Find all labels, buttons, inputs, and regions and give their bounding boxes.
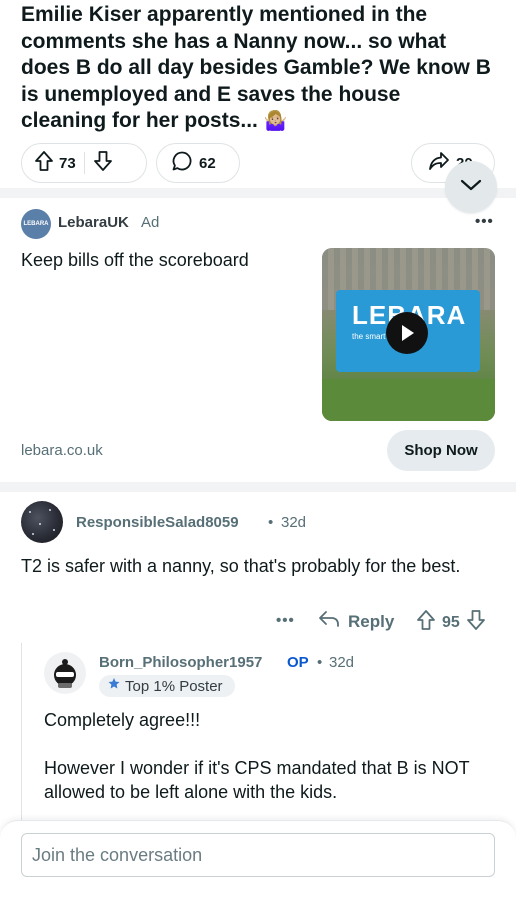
reply-icon: [318, 609, 340, 634]
upvote-icon[interactable]: [416, 609, 436, 636]
ad-domain[interactable]: lebara.co.uk: [21, 442, 103, 459]
upvote-icon[interactable]: [34, 150, 54, 177]
comments-button[interactable]: 62: [156, 143, 240, 183]
comment-count: 62: [199, 154, 216, 172]
meta-separator: •: [317, 654, 323, 671]
comment-icon: [171, 150, 193, 177]
play-icon[interactable]: [386, 312, 428, 354]
comment-timestamp: 32d: [281, 514, 307, 531]
avatar[interactable]: [21, 501, 63, 543]
comment-timestamp: 32d: [329, 654, 355, 671]
post-actions: 73 62 20: [21, 143, 495, 183]
upvote-count: 73: [59, 154, 76, 172]
meta-separator: •: [268, 514, 274, 531]
avatar-star: [32, 533, 34, 535]
avatar-star: [39, 523, 41, 525]
ad-headline[interactable]: Keep bills off the scoreboard: [21, 250, 249, 271]
reply-button[interactable]: Reply: [318, 609, 394, 634]
comment-paragraph: However I wonder if it's CPS mandated th…: [44, 758, 470, 802]
bottom-safe-area: [0, 888, 516, 900]
pitch-grass: [322, 379, 495, 421]
ad-more-options[interactable]: •••: [475, 213, 494, 230]
avatar-star: [49, 509, 51, 511]
comment-paragraph: Completely agree!!!: [44, 710, 201, 730]
comment-author[interactable]: Born_Philosopher1957: [99, 654, 262, 671]
advertiser-avatar[interactable]: LEBARA: [21, 209, 51, 239]
comment-body: T2 is safer with a nanny, so that's prob…: [21, 556, 461, 576]
collapse-button[interactable]: [445, 161, 497, 213]
downvote-icon[interactable]: [93, 150, 113, 177]
flair-icon: [107, 677, 121, 696]
comment-vote-control: 95: [416, 609, 486, 636]
shrug-emoji: 🤷🏼‍♀️: [263, 111, 288, 132]
comment-more-options[interactable]: •••: [276, 612, 295, 629]
avatar-star: [53, 529, 55, 531]
shop-now-button[interactable]: Shop Now: [387, 430, 495, 471]
vote-separator: [83, 152, 85, 174]
share-icon: [428, 151, 450, 176]
reply-label: Reply: [348, 611, 395, 631]
section-divider: [0, 188, 516, 198]
comment-author[interactable]: ResponsibleSalad8059: [76, 514, 239, 531]
avatar[interactable]: [44, 652, 86, 694]
join-conversation-input[interactable]: [21, 833, 495, 877]
user-flair: Top 1% Poster: [99, 675, 235, 697]
chevron-down-icon: [460, 178, 482, 197]
ad-video-thumbnail[interactable]: LEBARA the smart network: [322, 248, 495, 421]
op-badge: OP: [287, 654, 309, 671]
section-divider: [0, 482, 516, 492]
downvote-icon[interactable]: [466, 609, 486, 636]
post-title-text: Emilie Kiser apparently mentioned in the…: [21, 3, 491, 132]
ad-label: Ad: [141, 214, 160, 231]
advertiser-name[interactable]: LebaraUK: [58, 214, 129, 231]
flair-label: Top 1% Poster: [125, 677, 223, 695]
comment-vote-count: 95: [442, 613, 460, 631]
post-vote-control: 73: [21, 143, 147, 183]
thread-line[interactable]: [21, 643, 22, 833]
comment-body: Completely agree!!! However I wonder if …: [44, 708, 484, 804]
post-title: Emilie Kiser apparently mentioned in the…: [21, 2, 491, 136]
avatar-star: [29, 511, 31, 513]
